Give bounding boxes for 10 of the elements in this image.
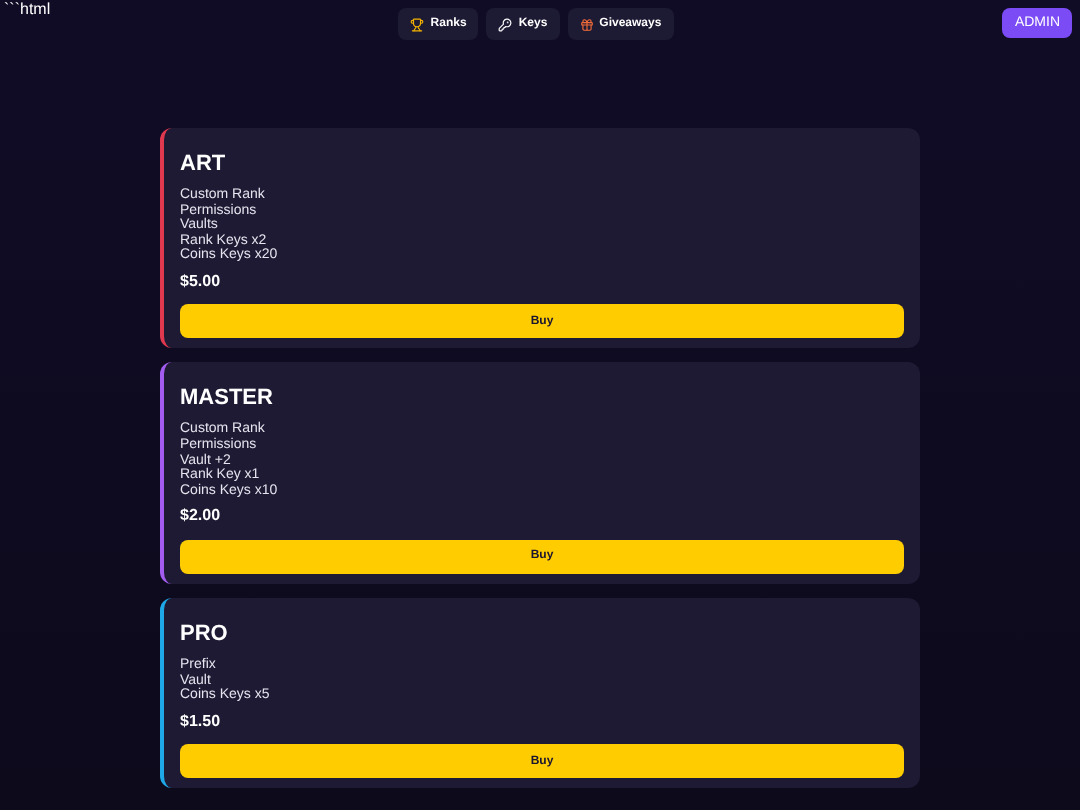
price-text: $1.50 bbox=[180, 711, 223, 730]
price-text: $2.00 bbox=[180, 506, 223, 525]
trophy-icon bbox=[410, 17, 425, 31]
gift-icon bbox=[579, 17, 594, 31]
rank-title: ART bbox=[180, 152, 228, 176]
rank-title: MASTER bbox=[180, 386, 275, 411]
price-text: $5.00 bbox=[180, 271, 223, 290]
code-label: ```html bbox=[2, 0, 53, 18]
key-icon bbox=[498, 17, 513, 31]
rank-title: PRO bbox=[180, 621, 230, 646]
